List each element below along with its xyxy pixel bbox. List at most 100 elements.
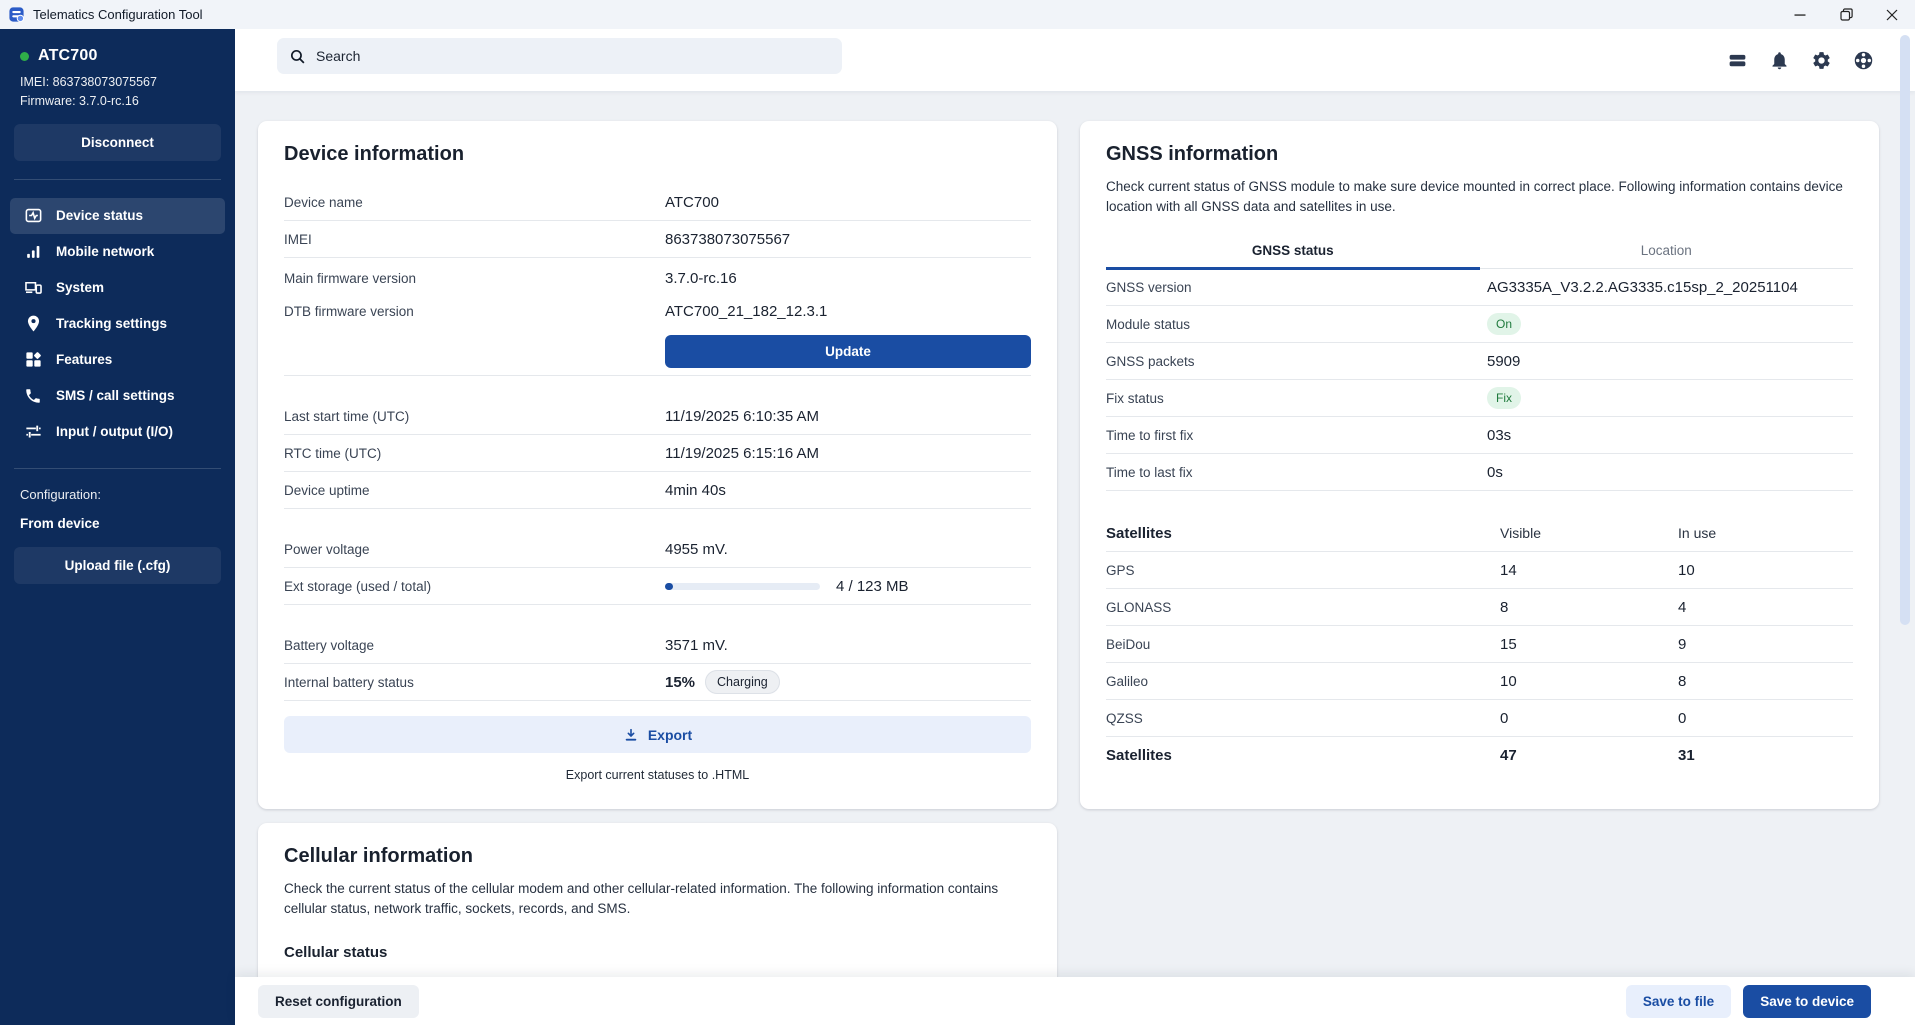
search-input[interactable] xyxy=(316,48,796,64)
minimize-button[interactable] xyxy=(1777,0,1823,29)
sidebar-item-system[interactable]: System xyxy=(10,270,225,306)
cellular-status-subheading: Cellular status xyxy=(284,944,1031,961)
device-information-card: Device information Device name ATC700 IM… xyxy=(258,121,1057,809)
notifications-bell-icon[interactable] xyxy=(1768,49,1790,71)
sidebar-item-input-output[interactable]: Input / output (I/O) xyxy=(10,414,225,450)
sidebar-item-label: Features xyxy=(56,352,112,367)
signal-bars-icon xyxy=(23,242,43,262)
device-imei: IMEI: 863738073075567 xyxy=(20,74,215,91)
sidebar-item-label: SMS / call settings xyxy=(56,388,175,403)
sidebar-nav: Device status Mobile network System Trac… xyxy=(0,198,235,450)
row-internal-battery: Internal battery status 15% Charging xyxy=(284,664,1031,701)
table-row-glonass: GLONASS 8 4 xyxy=(1106,589,1853,626)
sidebar-item-device-status[interactable]: Device status xyxy=(10,198,225,234)
footer-bar: Reset configuration Save to file Save to… xyxy=(235,977,1915,1025)
sidebar-item-label: System xyxy=(56,280,104,295)
sidebar-item-mobile-network[interactable]: Mobile network xyxy=(10,234,225,270)
download-icon xyxy=(623,727,639,743)
row-main-firmware: Main firmware version 3.7.0-rc.16 xyxy=(284,262,1031,295)
support-icon[interactable] xyxy=(1852,49,1874,71)
update-button[interactable]: Update xyxy=(665,335,1031,368)
row-dtb-firmware: DTB firmware version ATC700_21_182_12.3.… xyxy=(284,295,1031,328)
sidebar-item-label: Tracking settings xyxy=(56,316,167,331)
row-battery-voltage: Battery voltage 3571 mV. xyxy=(284,627,1031,664)
card-title: Device information xyxy=(284,143,1031,166)
reset-configuration-button[interactable]: Reset configuration xyxy=(258,985,419,1018)
minimize-icon xyxy=(1794,9,1806,21)
device-firmware: Firmware: 3.7.0-rc.16 xyxy=(20,93,215,110)
location-pin-icon xyxy=(23,314,43,334)
close-icon xyxy=(1886,9,1898,21)
sidebar-item-label: Device status xyxy=(56,208,143,223)
configuration-label: Configuration: xyxy=(0,487,235,502)
titlebar: Telematics Configuration Tool xyxy=(0,0,1915,29)
tab-location[interactable]: Location xyxy=(1480,236,1854,268)
row-ext-storage: Ext storage (used / total) 4 / 123 MB xyxy=(284,568,1031,605)
storage-progress-bar xyxy=(665,583,820,590)
disconnect-button[interactable]: Disconnect xyxy=(14,124,221,161)
row-fix-status: Fix status Fix xyxy=(1106,380,1853,417)
sidebar: ATC700 IMEI: 863738073075567 Firmware: 3… xyxy=(0,29,235,1025)
app-icon xyxy=(8,6,25,23)
row-power-voltage: Power voltage 4955 mV. xyxy=(284,531,1031,568)
satellites-table: Satellites Visible In use GPS 14 10 GLON… xyxy=(1106,515,1853,774)
panels-icon[interactable] xyxy=(1726,49,1748,71)
search-box[interactable] xyxy=(277,38,842,74)
top-header xyxy=(235,29,1915,91)
row-time-to-last-fix: Time to last fix 0s xyxy=(1106,454,1853,491)
table-row-beidou: BeiDou 15 9 xyxy=(1106,626,1853,663)
sidebar-item-label: Input / output (I/O) xyxy=(56,424,173,439)
shapes-grid-icon xyxy=(23,350,43,370)
tab-gnss-status[interactable]: GNSS status xyxy=(1106,236,1480,270)
gnss-tabs: GNSS status Location xyxy=(1106,236,1853,269)
connected-device-name: ATC700 xyxy=(38,47,98,65)
activity-icon xyxy=(23,206,43,226)
gnss-information-card: GNSS information Check current status of… xyxy=(1080,121,1879,809)
sidebar-item-tracking-settings[interactable]: Tracking settings xyxy=(10,306,225,342)
row-update: Update xyxy=(284,328,1031,376)
table-row-qzss: QZSS 0 0 xyxy=(1106,700,1853,737)
row-device-name: Device name ATC700 xyxy=(284,184,1031,221)
vertical-scrollbar[interactable] xyxy=(1900,35,1910,625)
table-row-satellites-total: Satellites 47 31 xyxy=(1106,737,1853,774)
close-button[interactable] xyxy=(1869,0,1915,29)
card-title: GNSS information xyxy=(1106,143,1853,166)
window-title: Telematics Configuration Tool xyxy=(33,7,203,22)
gnss-description: Check current status of GNSS module to m… xyxy=(1106,177,1853,216)
sidebar-divider xyxy=(14,468,221,469)
module-status-badge: On xyxy=(1487,313,1521,335)
cellular-description: Check the current status of the cellular… xyxy=(284,879,1031,918)
row-imei: IMEI 863738073075567 xyxy=(284,221,1031,258)
row-last-start-time: Last start time (UTC) 11/19/2025 6:10:35… xyxy=(284,398,1031,435)
fix-status-badge: Fix xyxy=(1487,387,1521,409)
row-rtc-time: RTC time (UTC) 11/19/2025 6:15:16 AM xyxy=(284,435,1031,472)
restore-icon xyxy=(1840,8,1853,21)
storage-progress-fill xyxy=(665,583,673,590)
settings-gear-icon[interactable] xyxy=(1810,49,1832,71)
table-row-gps: GPS 14 10 xyxy=(1106,552,1853,589)
sidebar-item-features[interactable]: Features xyxy=(10,342,225,378)
export-caption: Export current statuses to .HTML xyxy=(284,768,1031,782)
row-gnss-packets: GNSS packets 5909 xyxy=(1106,343,1853,380)
satellites-header-row: Satellites Visible In use xyxy=(1106,515,1853,552)
restore-button[interactable] xyxy=(1823,0,1869,29)
row-gnss-version: GNSS version AG3335A_V3.2.2.AG3335.c15sp… xyxy=(1106,269,1853,306)
sidebar-divider xyxy=(14,179,221,180)
search-icon xyxy=(289,48,306,65)
upload-file-button[interactable]: Upload file (.cfg) xyxy=(14,547,221,584)
sliders-icon xyxy=(23,422,43,442)
charging-badge: Charging xyxy=(705,670,780,694)
connection-status-dot xyxy=(20,52,29,61)
save-to-file-button[interactable]: Save to file xyxy=(1626,985,1731,1018)
configuration-source: From device xyxy=(0,516,235,531)
save-to-device-button[interactable]: Save to device xyxy=(1743,985,1871,1018)
devices-icon xyxy=(23,278,43,298)
card-title: Cellular information xyxy=(284,845,1031,868)
sidebar-item-sms-call-settings[interactable]: SMS / call settings xyxy=(10,378,225,414)
table-row-galileo: Galileo 10 8 xyxy=(1106,663,1853,700)
row-module-status: Module status On xyxy=(1106,306,1853,343)
export-button[interactable]: Export xyxy=(284,716,1031,753)
phone-icon xyxy=(23,386,43,406)
row-device-uptime: Device uptime 4min 40s xyxy=(284,472,1031,509)
sidebar-item-label: Mobile network xyxy=(56,244,154,259)
